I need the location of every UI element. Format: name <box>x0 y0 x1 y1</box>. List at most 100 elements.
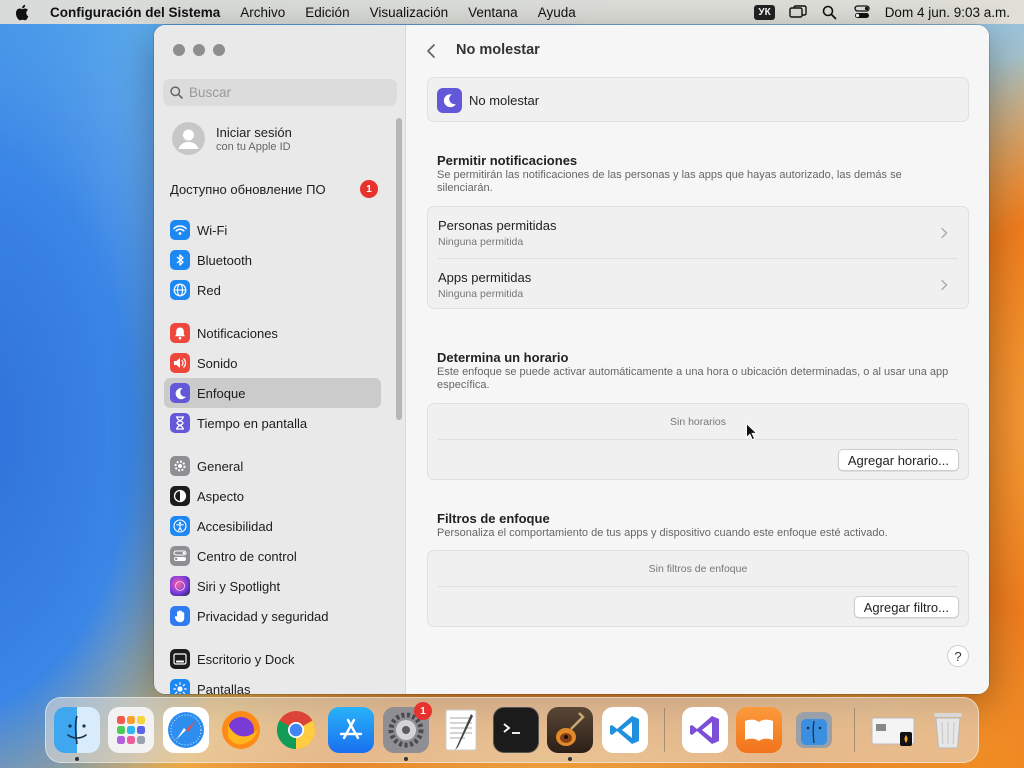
sidebar-item-label: Bluetooth <box>197 252 252 268</box>
dock-visual-studio-icon[interactable] <box>682 707 728 753</box>
add-filter-button[interactable]: Agregar filtro... <box>853 596 959 618</box>
dock: 1 <box>45 697 979 763</box>
menubar-clock[interactable]: Dom 4 jun. 9:03 a.m. <box>885 5 1010 20</box>
sidebar-item-pantallas[interactable]: Pantallas <box>164 674 381 694</box>
running-indicator <box>75 757 79 761</box>
dock-disk-utility-icon[interactable] <box>791 707 837 753</box>
running-indicator <box>568 757 572 761</box>
sidebar-item-red[interactable]: Red <box>164 275 381 305</box>
mouse-cursor-icon <box>746 422 759 441</box>
back-button[interactable] <box>426 42 440 60</box>
sidebar-item-label: Sonido <box>197 355 238 371</box>
sidebar-item-label: General <box>197 458 244 474</box>
sidebar-item-label: Aspecto <box>197 488 244 504</box>
menu-visualizacion[interactable]: Visualización <box>370 5 449 20</box>
allowed-apps-row[interactable]: Apps permitidas Ninguna permitida <box>438 268 958 302</box>
dock-garageband-icon[interactable] <box>547 707 593 753</box>
settings-badge: 1 <box>414 702 432 720</box>
update-badge: 1 <box>360 180 378 198</box>
gear-icon <box>170 456 190 476</box>
schedule-card: Sin horarios Agregar horario... <box>427 403 969 480</box>
dock-app-store-icon[interactable] <box>328 707 374 753</box>
apple-id-sign-in[interactable]: Iniciar sesión con tu Apple ID <box>172 122 292 155</box>
moon-icon <box>170 383 190 403</box>
menu-ventana[interactable]: Ventana <box>468 5 518 20</box>
focus-name-card: No molestar <box>427 77 969 122</box>
help-button[interactable]: ? <box>947 645 969 667</box>
allowed-people-row[interactable]: Personas permitidas Ninguna permitida <box>438 216 958 250</box>
speaker-icon <box>170 353 190 373</box>
sidebar-item-label: Siri y Spotlight <box>197 578 281 594</box>
minimize-window-button[interactable] <box>193 44 205 56</box>
desktop-dock-icon <box>170 649 190 669</box>
keyboard-layout-indicator[interactable]: УК <box>754 4 775 20</box>
sidebar-scrollbar[interactable] <box>396 118 402 420</box>
add-schedule-button[interactable]: Agregar horario... <box>837 449 959 471</box>
dock-textedit-icon[interactable] <box>438 707 484 753</box>
menu-bar: Configuración del Sistema Archivo Edició… <box>0 0 1024 24</box>
display-icon <box>170 679 190 694</box>
menu-app-name[interactable]: Configuración del Sistema <box>50 5 220 20</box>
allow-notifications-desc: Se permitirán las notificaciones de las … <box>437 169 902 194</box>
search-input[interactable] <box>189 85 389 100</box>
sidebar-item-accesibilidad[interactable]: Accesibilidad <box>164 511 381 541</box>
sidebar-item-bluetooth[interactable]: Bluetooth <box>164 245 381 275</box>
menu-edicion[interactable]: Edición <box>305 5 349 20</box>
sidebar-item-privacidad[interactable]: Privacidad y seguridad <box>164 601 381 631</box>
chevron-right-icon <box>941 227 948 239</box>
search-field[interactable] <box>163 79 397 106</box>
dock-terminal-icon[interactable] <box>493 707 539 753</box>
allowed-apps-title: Apps permitidas <box>438 270 532 285</box>
wifi-icon <box>170 220 190 240</box>
allowed-people-subtitle: Ninguna permitida <box>438 236 524 248</box>
siri-icon <box>170 576 190 596</box>
sidebar-item-label: Enfoque <box>197 385 246 401</box>
dock-books-icon[interactable] <box>736 707 782 753</box>
sidebar: Iniciar sesión con tu Apple ID Доступно … <box>154 25 406 694</box>
dock-safari-icon[interactable] <box>163 707 209 753</box>
sidebar-item-aspecto[interactable]: Aspecto <box>164 481 381 511</box>
sidebar-item-label: Red <box>197 282 221 298</box>
sidebar-item-label: Wi-Fi <box>197 222 228 238</box>
dock-vscode-icon[interactable] <box>602 707 648 753</box>
dock-launchpad-icon[interactable] <box>108 707 154 753</box>
focus-filters-desc: Personaliza el comportamiento de tus app… <box>437 527 888 539</box>
sidebar-item-wifi[interactable]: Wi-Fi <box>164 215 381 245</box>
software-update-item[interactable]: Доступно обновление ПО 1 <box>170 180 378 198</box>
sidebar-item-tiempo-en-pantalla[interactable]: Tiempo en pantalla <box>164 408 381 438</box>
divider <box>438 439 958 440</box>
sidebar-item-label: Pantallas <box>197 681 251 695</box>
sidebar-item-notificaciones[interactable]: Notificaciones <box>164 318 381 348</box>
allow-notifications-title: Permitir notificaciones <box>437 153 578 168</box>
dock-separator <box>854 708 855 752</box>
menu-ayuda[interactable]: Ayuda <box>538 5 576 20</box>
allowed-apps-subtitle: Ninguna permitida <box>438 288 524 300</box>
screen-mirroring-icon[interactable] <box>788 4 807 20</box>
dock-firefox-icon[interactable] <box>218 707 264 753</box>
apple-menu-icon[interactable] <box>14 4 30 20</box>
control-center-icon[interactable] <box>853 4 871 20</box>
allowed-people-title: Personas permitidas <box>438 218 557 233</box>
menu-archivo[interactable]: Archivo <box>240 5 285 20</box>
zoom-window-button[interactable] <box>213 44 225 56</box>
divider <box>438 586 958 587</box>
focus-filters-card: Sin filtros de enfoque Agregar filtro... <box>427 550 969 627</box>
close-window-button[interactable] <box>173 44 185 56</box>
schedule-desc: Este enfoque se puede activar automática… <box>437 366 949 391</box>
sidebar-item-enfoque[interactable]: Enfoque <box>164 378 381 408</box>
focus-name: No molestar <box>469 93 540 108</box>
dock-chrome-icon[interactable] <box>273 707 319 753</box>
sidebar-item-general[interactable]: General <box>164 451 381 481</box>
sidebar-item-label: Accesibilidad <box>197 518 273 534</box>
sidebar-item-escritorio-dock[interactable]: Escritorio y Dock <box>164 644 381 674</box>
sidebar-item-sonido[interactable]: Sonido <box>164 348 381 378</box>
sidebar-item-siri-spotlight[interactable]: Siri y Spotlight <box>164 571 381 601</box>
dock-trash-icon[interactable] <box>925 707 971 753</box>
spotlight-search-icon[interactable] <box>821 4 839 20</box>
dock-finder-icon[interactable] <box>54 707 100 753</box>
appearance-icon <box>170 486 190 506</box>
dock-downloads-stack-icon[interactable] <box>870 707 916 753</box>
sidebar-item-label: Centro de control <box>197 548 297 564</box>
account-subtitle: con tu Apple ID <box>216 140 291 153</box>
sidebar-item-centro-de-control[interactable]: Centro de control <box>164 541 381 571</box>
